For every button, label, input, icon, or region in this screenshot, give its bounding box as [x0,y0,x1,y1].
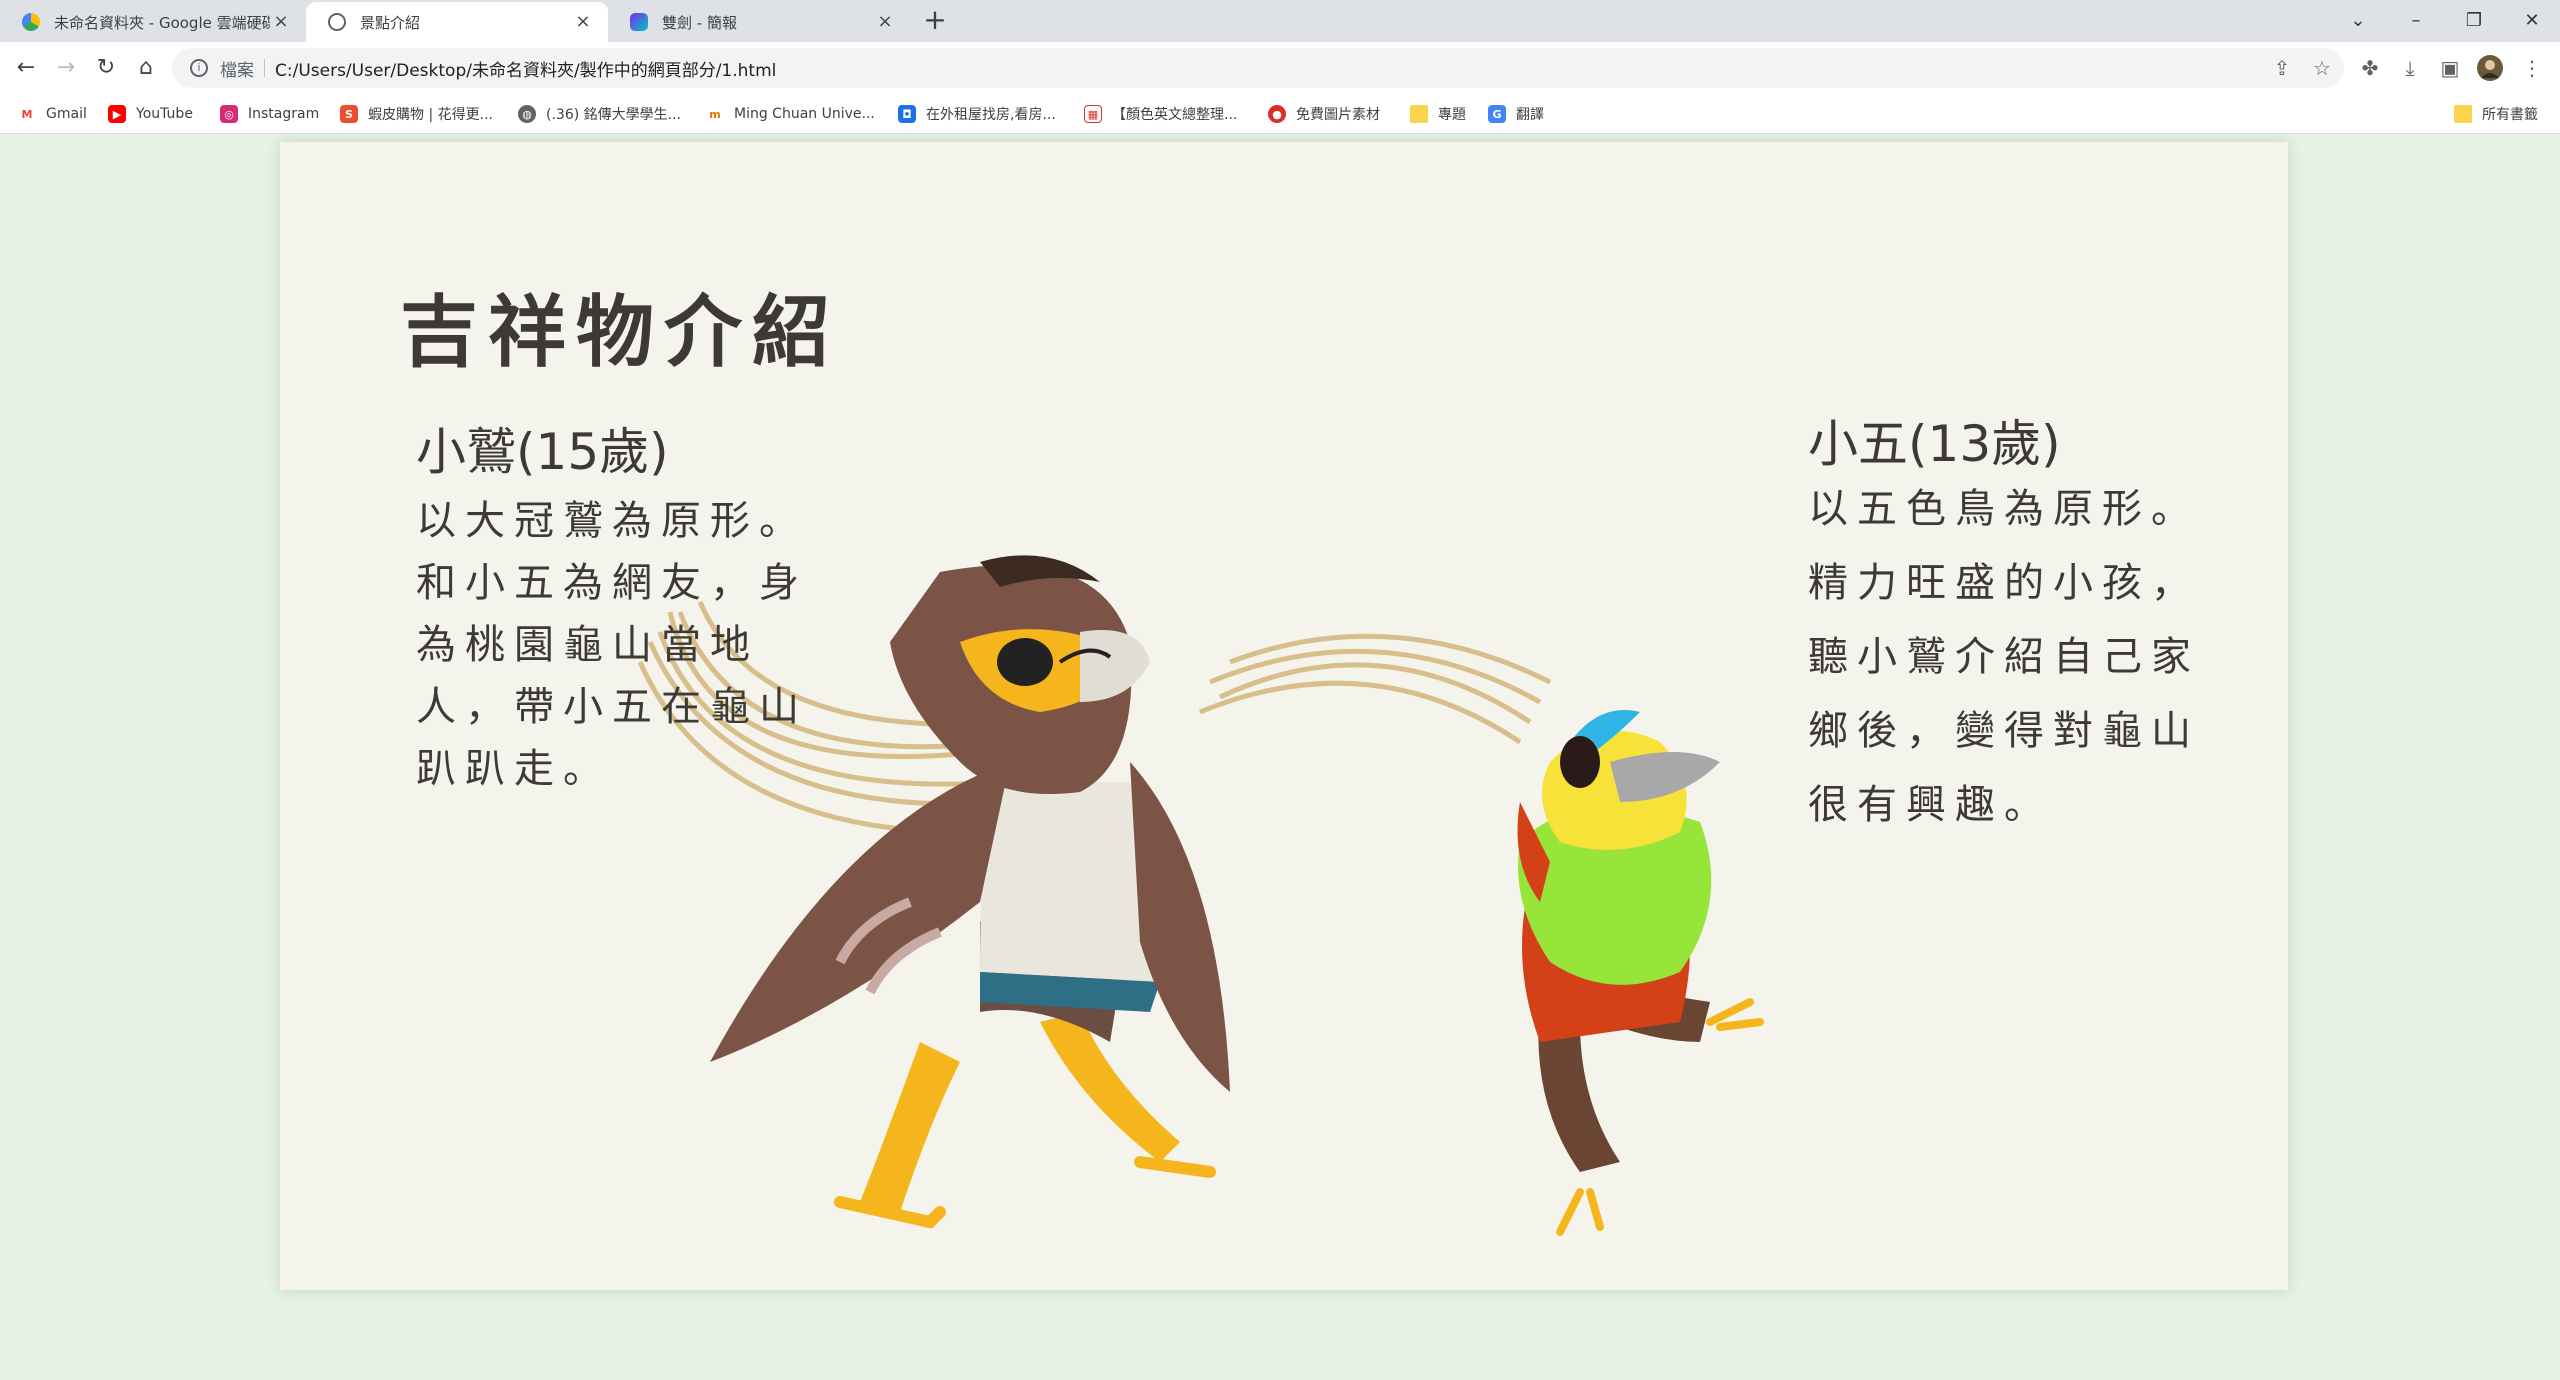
description-line: 趴趴走。 [416,746,612,792]
bookmark-color-english[interactable]: ▦ 【顏色英文總整理... [1084,102,1237,126]
bookmark-label: 專題 [1438,107,1466,123]
canva-icon [630,13,648,31]
tab-strip: 未命名資料夾 - Google 雲端硬碟 × 景點介紹 × 雙劍 - 簡報 × … [0,0,2560,42]
tab-search-button[interactable]: ⌄ [2330,4,2386,38]
url-text[interactable]: C:/Users/User/Desktop/未命名資料夾/製作中的網頁部分/1.… [275,56,776,81]
bookmark-label: (.36) 銘傳大學學生... [546,107,681,123]
tab-title: 雙劍 - 簡報 [662,13,737,32]
extensions-icon[interactable]: ✤ [2356,54,2384,82]
description-line: 很有興趣。 [1808,782,2053,828]
bookmark-label: 在外租屋找房,看房... [926,107,1056,123]
reload-button[interactable]: ↻ [92,54,120,82]
bookmark-gmail[interactable]: M Gmail [18,102,87,126]
info-icon[interactable]: i [190,59,208,77]
bookmark-label: 蝦皮購物 | 花得更... [368,107,493,123]
folder-icon [2454,105,2472,123]
bookmark-label: 所有書籤 [2482,107,2538,123]
barbet-mascot-name: 小五(13歲) [1808,415,2061,473]
close-tab-icon[interactable]: × [270,11,292,33]
google-drive-icon [22,13,40,31]
new-tab-button[interactable]: + [920,6,950,36]
address-bar[interactable]: i 檔案 C:/Users/User/Desktop/未命名資料夾/製作中的網頁… [172,48,2344,88]
tab-title: 景點介紹 [360,13,421,32]
close-tab-icon[interactable]: × [572,11,594,33]
tab-slides[interactable]: 雙劍 - 簡報 × [608,2,910,42]
youtube-icon: ▶ [108,105,126,123]
tab-google-drive[interactable]: 未命名資料夾 - Google 雲端硬碟 × [0,2,306,42]
description-line: 以大冠鷲為原形。 [416,498,808,544]
bookmark-label: 免費圖片素材 [1296,107,1380,123]
bookmark-label: Gmail [46,106,87,122]
bookmark-label: Instagram [248,106,320,122]
bookmark-rental[interactable]: ◘ 在外租屋找房,看房... [898,102,1056,126]
eagle-mascot-name: 小鷲(15歲) [416,423,669,481]
menu-icon[interactable]: ⋮ [2518,54,2546,82]
bookmark-translate[interactable]: G 翻譯 [1488,102,1544,126]
close-window-button[interactable]: ✕ [2504,4,2560,38]
description-line: 人，帶小五在龜山 [416,684,808,730]
bookmark-instagram[interactable]: ◎ Instagram [220,102,319,126]
barbet-wing-stroke [1199,633,1552,745]
folder-icon [1410,105,1428,123]
bookmark-free-images[interactable]: ● 免費圖片素材 [1268,102,1380,126]
bookmark-student-portal[interactable]: ◍ (.36) 銘傳大學學生... [518,102,681,126]
bookmark-youtube[interactable]: ▶ YouTube [108,102,193,126]
description-line: 以五色鳥為原形。 [1808,486,2200,532]
back-button[interactable]: ← [12,54,40,82]
article-icon: ▦ [1084,105,1102,123]
description-line: 精力旺盛的小孩， [1808,560,2200,606]
bookmark-shopee[interactable]: S 蝦皮購物 | 花得更... [340,102,493,126]
globe-icon [328,13,346,31]
bookmark-label: YouTube [136,106,193,122]
minimize-button[interactable]: – [2388,4,2444,38]
description-line: 和小五為網友，身 [416,560,808,606]
description-line: 聽小鷲介紹自己家 [1808,634,2200,680]
image-site-icon: ● [1268,105,1286,123]
bookmark-label: Ming Chuan Unive... [734,106,875,122]
instagram-icon: ◎ [220,105,238,123]
file-scheme-label: 檔案 [220,60,254,81]
bookmark-label: 翻譯 [1516,107,1544,123]
barbet-mascot-description: 以五色鳥為原形。 精力旺盛的小孩， 聽小鷲介紹自己家 鄉後，變得對龜山 很有興趣… [1808,472,2200,842]
ming-chuan-icon: m [706,105,724,123]
mascot-card: 吉祥物介紹 小鷲(15歲) 以大冠鷲為原形。 和小五為網友，身 為桃園龜山當地 … [280,142,2288,1290]
download-icon[interactable]: ⤓ [2396,54,2424,82]
bookmark-ming-chuan[interactable]: m Ming Chuan Unive... [706,102,875,126]
barbet-mascot [1517,710,1764,1236]
description-line: 為桃園龜山當地 [416,622,759,668]
browser-toolbar: ← → ↻ ⌂ i 檔案 C:/Users/User/Desktop/未命名資料… [0,42,2560,94]
profile-avatar[interactable] [2476,54,2504,82]
translate-icon: G [1488,105,1506,123]
close-tab-icon[interactable]: × [874,11,896,33]
globe-icon: ◍ [518,105,536,123]
home-button[interactable]: ⌂ [132,54,160,82]
rental-site-icon: ◘ [898,105,916,123]
eagle-mascot-description: 以大冠鷲為原形。 和小五為網友，身 為桃園龜山當地 人，帶小五在龜山 趴趴走。 [416,490,808,800]
restore-button[interactable]: ❐ [2446,4,2502,38]
page-heading: 吉祥物介紹 [400,288,841,378]
all-bookmarks-folder[interactable]: 所有書籤 [2454,102,2538,126]
shopee-icon: S [340,105,358,123]
forward-button[interactable]: → [52,54,80,82]
gmail-icon: M [18,105,36,123]
bookmark-label: 【顏色英文總整理... [1112,107,1238,123]
side-panel-icon[interactable]: ▣ [2436,54,2464,82]
tab-attractions[interactable]: 景點介紹 × [306,2,608,42]
bookmarks-bar: M Gmail ▶ YouTube ◎ Instagram S 蝦皮購物 | 花得更..… [0,94,2560,134]
share-icon[interactable]: ⇪ [2268,54,2296,82]
description-line: 鄉後，變得對龜山 [1808,708,2200,754]
bookmark-folder-project[interactable]: 專題 [1410,102,1466,126]
bookmark-star-icon[interactable]: ☆ [2308,54,2336,82]
address-divider [264,59,265,77]
tab-title: 未命名資料夾 - Google 雲端硬碟 [54,13,270,32]
